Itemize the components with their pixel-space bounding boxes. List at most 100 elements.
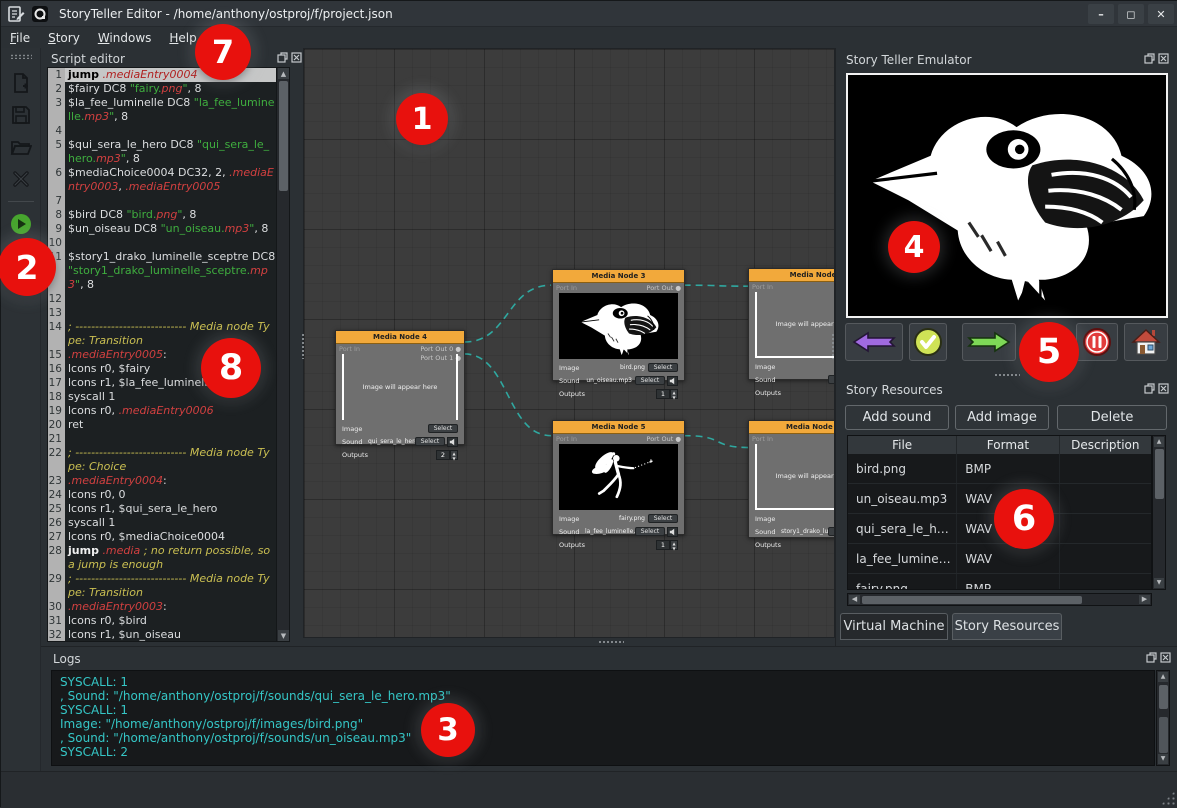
outputs-spinner[interactable]: 2▲▼: [436, 450, 458, 460]
table-row[interactable]: la_fee_lumine…WAV: [848, 544, 1151, 574]
emulator-pause-button[interactable]: [1076, 323, 1118, 361]
port-in[interactable]: Port In: [556, 435, 577, 443]
close-panel-icon[interactable]: [1160, 652, 1171, 663]
select-sound-button[interactable]: Select: [635, 376, 665, 385]
line-number: 12: [48, 292, 65, 306]
play-sound-icon[interactable]: [667, 527, 678, 537]
node-canvas[interactable]: Media Node 4Port InPort Out 0 ●Port Out …: [303, 48, 835, 638]
node-title[interactable]: Media Node 3: [553, 270, 684, 283]
float-panel-icon[interactable]: [1146, 652, 1157, 663]
port-out[interactable]: Port Out ●: [647, 284, 681, 292]
editor-scroll-thumb[interactable]: [279, 81, 288, 191]
emulator-home-button[interactable]: [1124, 323, 1168, 361]
close-project-button[interactable]: [7, 165, 35, 193]
add-image-button[interactable]: Add image: [955, 405, 1049, 430]
logs-scroll-thumb[interactable]: [1159, 685, 1168, 709]
save-icon: [10, 104, 32, 126]
open-project-button[interactable]: [7, 133, 35, 161]
scroll-down-arrow-icon[interactable]: ▼: [1154, 578, 1164, 588]
float-panel-icon[interactable]: [1144, 53, 1155, 64]
run-button[interactable]: [7, 210, 35, 238]
resources-hscroll-thumb[interactable]: [862, 596, 1082, 604]
media-node[interactable]: Media Node 4Port InPort Out 0 ●Port Out …: [335, 330, 465, 445]
resources-scroll-thumb[interactable]: [1155, 449, 1164, 499]
media-node[interactable]: Media Node 6Port InImage will appear her…: [748, 420, 835, 538]
add-sound-button[interactable]: Add sound: [845, 405, 949, 430]
delete-button[interactable]: Delete: [1057, 405, 1167, 430]
float-panel-icon[interactable]: [277, 52, 288, 63]
table-row[interactable]: bird.pngBMP: [848, 454, 1151, 484]
save-button[interactable]: [7, 101, 35, 129]
media-node[interactable]: Media Node 5Port InPort Out ●Imagefairy.…: [552, 420, 685, 535]
menu-story[interactable]: Story: [39, 29, 89, 47]
close-button[interactable]: ✕: [1148, 4, 1174, 24]
editor-line: 11$story1_drako_luminelle_sceptre DC8 "s…: [48, 250, 276, 292]
menu-windows[interactable]: Windows: [89, 29, 161, 47]
outputs-spinner[interactable]: 1▲▼: [656, 389, 678, 399]
port-out[interactable]: Port Out ●: [647, 435, 681, 443]
select-sound-button[interactable]: Select: [828, 527, 835, 536]
select-sound-button[interactable]: Select: [415, 437, 445, 446]
play-sound-icon[interactable]: [447, 437, 458, 447]
tab-story-resources[interactable]: Story Resources: [952, 613, 1062, 640]
table-row[interactable]: fairy.pngBMP: [848, 574, 1151, 590]
logs-scrollbar[interactable]: ▲ ▼: [1156, 670, 1170, 766]
scroll-up-arrow-icon[interactable]: ▲: [1154, 437, 1164, 447]
tab-virtual-machine[interactable]: Virtual Machine: [840, 613, 948, 640]
scroll-up-arrow-icon[interactable]: ▲: [1158, 672, 1168, 682]
node-connection: [684, 285, 753, 286]
media-node[interactable]: Media NodePort InImage will appear hereI…: [748, 268, 835, 380]
column-header-description[interactable]: Description: [1060, 436, 1151, 454]
maximize-button[interactable]: ◻: [1118, 4, 1144, 24]
node-title[interactable]: Media Node 5: [553, 421, 684, 434]
close-panel-icon[interactable]: [1158, 383, 1169, 394]
play-sound-icon[interactable]: [667, 376, 678, 386]
resources-hscrollbar[interactable]: ◀ ▶: [847, 593, 1152, 606]
emulator-splitter-handle[interactable]: [994, 373, 1020, 377]
new-file-button[interactable]: [7, 69, 35, 97]
port-in[interactable]: Port In: [339, 345, 360, 353]
port-out[interactable]: Port Out 0 ●: [420, 345, 461, 353]
float-panel-icon[interactable]: [1144, 383, 1155, 394]
scroll-down-arrow-icon[interactable]: ▼: [1158, 754, 1168, 764]
select-image-button[interactable]: Select: [648, 363, 678, 372]
scroll-up-arrow-icon[interactable]: ▲: [278, 68, 289, 79]
scroll-right-arrow-icon[interactable]: ▶: [1139, 595, 1150, 604]
node-outputs-label: Outputs: [342, 451, 368, 459]
bottom-splitter-handle[interactable]: [598, 640, 624, 644]
select-image-button[interactable]: Select: [648, 514, 678, 523]
select-sound-button[interactable]: Select: [828, 375, 835, 384]
menu-file[interactable]: File: [1, 29, 39, 47]
resources-vscrollbar[interactable]: ▲ ▼: [1152, 435, 1166, 590]
node-title[interactable]: Media Node 4: [336, 331, 464, 344]
scroll-down-arrow-icon[interactable]: ▼: [278, 630, 289, 641]
emulator-ok-button[interactable]: [909, 323, 947, 361]
annotation-badge-6: 6: [994, 489, 1054, 549]
editor-scrollbar[interactable]: ▲ ▼: [276, 68, 289, 641]
column-header-file[interactable]: File: [848, 436, 957, 454]
menu-windows-accel: W: [98, 31, 110, 45]
titlebar: StoryTeller Editor - /home/anthony/ostpr…: [1, 1, 1177, 27]
media-node[interactable]: Media Node 3Port InPort Out ●Imagebird.p…: [552, 269, 685, 381]
close-panel-icon[interactable]: [291, 52, 302, 63]
port-in[interactable]: Port In: [752, 283, 773, 291]
node-title[interactable]: Media Node: [749, 269, 835, 282]
line-number: 17: [48, 376, 65, 390]
new-file-icon: [10, 72, 32, 94]
column-header-format[interactable]: Format: [957, 436, 1059, 454]
toolbar-drag-handle[interactable]: [10, 54, 32, 59]
outputs-spinner[interactable]: 1▲▼: [656, 540, 678, 550]
scroll-left-arrow-icon[interactable]: ◀: [849, 595, 860, 604]
select-sound-button[interactable]: Select: [635, 527, 665, 536]
node-title[interactable]: Media Node 6: [749, 421, 835, 434]
left-splitter-handle[interactable]: [301, 333, 305, 359]
emulator-back-button[interactable]: [845, 323, 903, 361]
minimize-button[interactable]: –: [1088, 4, 1114, 24]
port-in[interactable]: Port In: [752, 435, 773, 443]
close-panel-icon[interactable]: [1158, 53, 1169, 64]
line-number: 20: [48, 418, 65, 432]
select-image-button[interactable]: Select: [428, 424, 458, 433]
port-in[interactable]: Port In: [556, 284, 577, 292]
window-resize-grip[interactable]: [1161, 791, 1175, 805]
emulator-forward-button[interactable]: [962, 323, 1016, 361]
